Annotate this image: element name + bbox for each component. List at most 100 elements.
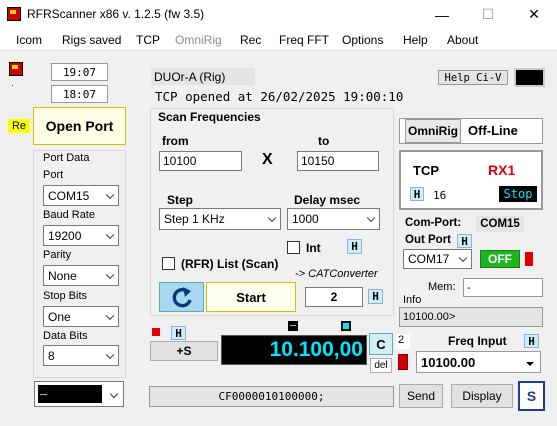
freq-input-select[interactable]: 10100.00 [416, 351, 541, 373]
delay-label: Delay msec [294, 193, 361, 207]
rx-label: RX1 [488, 162, 516, 178]
utc-time: 19:07 [51, 63, 108, 81]
tcp-stop-button[interactable]: Stop [499, 186, 537, 202]
int-label: Int [306, 241, 321, 255]
out-port-select[interactable]: COM17 [403, 249, 472, 269]
stop-bits-label: Stop Bits [43, 290, 88, 302]
scan-count-input[interactable]: 2 [305, 287, 363, 307]
from-input[interactable]: 10100 [159, 151, 242, 171]
rfr-list-checkbox[interactable] [162, 257, 175, 270]
menu-about[interactable]: About [447, 33, 478, 47]
parity-value: None [48, 268, 77, 283]
app-logo-icon [9, 62, 23, 76]
freq-input-h-badge[interactable]: H [524, 334, 539, 348]
close-button[interactable]: ✕ [511, 0, 557, 29]
dot-mark: · [11, 80, 14, 90]
cat-command-field: CF0000010100000; [149, 386, 394, 407]
baud-rate-select[interactable]: 19200 [43, 225, 119, 246]
parity-label: Parity [43, 249, 72, 261]
omnirig-status: Off-Line [468, 123, 518, 138]
port-value: COM15 [48, 188, 90, 203]
step-label: Step [167, 193, 194, 207]
menu-tcp[interactable]: TCP [136, 33, 160, 47]
tcp-count: 16 [433, 189, 447, 202]
chevron-down-icon [366, 213, 376, 223]
refresh-icon [172, 287, 192, 308]
chevron-down-icon [105, 270, 115, 279]
int-checkbox[interactable] [287, 241, 300, 254]
com-port-value: COM15 [476, 216, 524, 232]
info-field: 10100.00> [399, 307, 543, 327]
display-mark-right [341, 321, 351, 331]
display-button[interactable]: Display [451, 384, 513, 408]
omnirig-button[interactable]: OmniRig [405, 119, 461, 143]
menu-options[interactable]: Options [342, 33, 383, 47]
out-port-toggle[interactable]: OFF [480, 250, 520, 268]
menu-bar: Icom Rigs saved TCP OmniRig Rec Freq FFT… [0, 29, 557, 51]
refresh-button[interactable] [159, 282, 204, 312]
freq-input-label: Freq Input [448, 334, 507, 348]
to-label: to [318, 134, 330, 148]
delete-button[interactable]: del [370, 358, 392, 373]
port-select[interactable]: COM15 [43, 185, 119, 206]
count-h-badge[interactable]: H [368, 289, 383, 304]
chevron-down-icon [105, 350, 115, 359]
delay-select[interactable]: 1000 [287, 208, 380, 230]
help-civ-button[interactable]: Help Ci-V [438, 70, 508, 85]
menu-freq-fft[interactable]: Freq FFT [279, 33, 329, 47]
delay-value: 1000 [292, 212, 319, 226]
port-label: Port [43, 169, 64, 181]
open-port-button[interactable]: Open Port [33, 107, 126, 145]
baud-rate-label: Baud Rate [43, 209, 95, 221]
rig-name: DUOr-A (Rig) [151, 68, 255, 85]
color-select[interactable] [34, 381, 124, 407]
menu-icom[interactable]: Icom [16, 33, 42, 47]
stop-bits-value: One [48, 309, 71, 324]
to-input[interactable]: 10150 [297, 151, 379, 171]
data-bits-value: 8 [48, 348, 55, 363]
data-bits-select[interactable]: 8 [43, 345, 119, 366]
app-icon [7, 7, 21, 21]
swatch-mark [40, 394, 47, 395]
from-label: from [162, 134, 189, 148]
window-title: RFRScanner x86 v. 1.2.5 (fw 3.5) [27, 7, 205, 21]
com-port-label: Com-Port: [405, 217, 462, 229]
plus-s-button[interactable]: +S [150, 341, 218, 361]
s-button[interactable]: S [518, 381, 545, 411]
color-swatch [38, 385, 102, 403]
mem-field[interactable]: - [463, 278, 543, 297]
menu-rigs-saved[interactable]: Rigs saved [62, 33, 121, 47]
frequency-display: 10.100,00 [221, 335, 367, 365]
out-port-led [525, 252, 533, 266]
chevron-down-icon [109, 389, 119, 399]
chevron-down-icon [105, 230, 115, 239]
clear-c-button[interactable]: C [369, 333, 393, 355]
display-mark-left [288, 321, 298, 331]
info-label: Info [403, 294, 422, 306]
mem-label: Mem: [428, 281, 456, 293]
civ-indicator [514, 68, 545, 87]
menu-rec[interactable]: Rec [240, 33, 261, 47]
parity-select[interactable]: None [43, 265, 119, 286]
stop-bits-select[interactable]: One [43, 306, 119, 327]
menu-help[interactable]: Help [403, 33, 428, 47]
dropdown-arrow-icon [526, 362, 534, 366]
scan-frequencies-title: Scan Frequencies [158, 110, 261, 124]
tcp-status-message: TCP opened at 26/02/2025 19:00:10 [155, 89, 404, 104]
freq-input-value: 10100.00 [421, 354, 476, 370]
re-badge[interactable]: Re [8, 119, 30, 133]
maximize-button[interactable]: ☐ [465, 0, 511, 29]
int-h-badge[interactable]: H [347, 239, 362, 254]
start-button[interactable]: Start [206, 282, 296, 312]
out-port-h-badge[interactable]: H [457, 234, 472, 248]
freq-input-led [398, 354, 408, 370]
tcp-h-badge[interactable]: H [410, 187, 424, 201]
send-button[interactable]: Send [399, 384, 443, 408]
menu-omnirig[interactable]: OmniRig [175, 33, 222, 47]
step-select[interactable]: Step 1 KHz [159, 208, 281, 230]
tcp-label: TCP [413, 163, 439, 178]
title-bar: RFRScanner x86 v. 1.2.5 (fw 3.5) — ☐ ✕ [0, 0, 557, 29]
minimize-button[interactable]: — [419, 0, 465, 29]
range-x-label: X [262, 151, 273, 168]
freq-h-badge[interactable]: H [171, 326, 186, 340]
